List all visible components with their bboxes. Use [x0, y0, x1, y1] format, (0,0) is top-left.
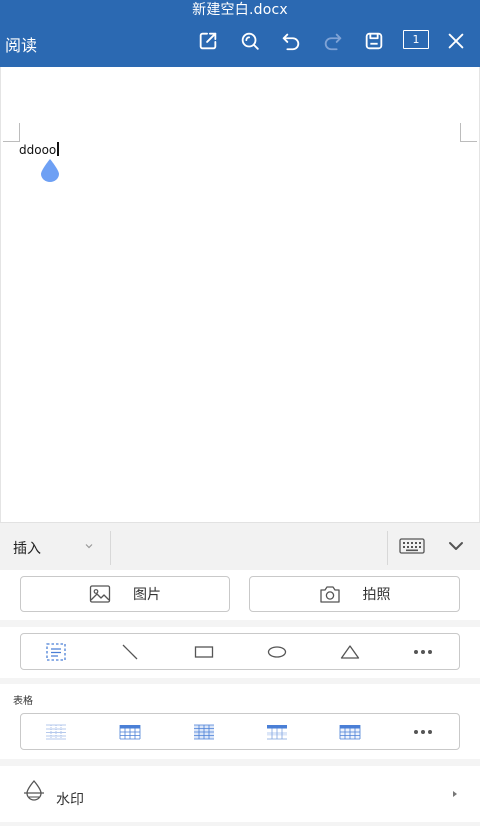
more-shapes-icon[interactable] [398, 634, 448, 669]
page-count-icon[interactable]: 1 [403, 30, 429, 49]
insert-panel: 插入 图片 拍照 表格 水印 [0, 522, 480, 826]
rectangle-icon[interactable] [179, 634, 229, 669]
watermark-label: 水印 [56, 792, 84, 808]
table-style-5-icon[interactable] [325, 714, 375, 749]
insert-picture-button[interactable]: 图片 [20, 576, 230, 612]
take-photo-label: 拍照 [362, 587, 391, 603]
collapse-chevron-icon[interactable] [447, 540, 465, 552]
insert-picture-label: 图片 [133, 587, 161, 603]
panel-header: 插入 [0, 522, 480, 570]
undo-icon[interactable] [278, 28, 304, 54]
keyboard-icon[interactable] [399, 538, 425, 556]
read-mode-button[interactable]: 阅读 [5, 32, 37, 56]
picture-icon [89, 585, 111, 603]
save-icon[interactable] [361, 28, 387, 54]
divider [110, 531, 111, 565]
table-style-1-icon[interactable] [31, 714, 81, 749]
document-text[interactable]: ddooo [19, 142, 59, 157]
share-icon[interactable] [195, 28, 221, 54]
top-toolbar: 新建空白.docx 阅读 1 [0, 0, 480, 67]
media-section: 图片 拍照 [0, 570, 480, 620]
document-title: 新建空白.docx [192, 2, 288, 18]
document-text-content: ddooo [19, 143, 57, 157]
table-section-label: 表格 [13, 696, 33, 707]
table-section: 表格 [0, 684, 480, 759]
shapes-toolbar [20, 633, 460, 670]
chevron-down-icon[interactable] [84, 541, 94, 551]
take-photo-button[interactable]: 拍照 [249, 576, 460, 612]
insert-tab-label[interactable]: 插入 [13, 538, 41, 558]
table-style-2-icon[interactable] [105, 714, 155, 749]
shapes-section [0, 627, 480, 678]
document-canvas[interactable]: ddooo [0, 67, 480, 522]
divider [387, 531, 388, 565]
textbox-icon[interactable] [31, 634, 81, 669]
text-caret [57, 142, 59, 156]
table-style-3-icon[interactable] [179, 714, 229, 749]
search-icon[interactable] [237, 28, 263, 54]
triangle-icon[interactable] [325, 634, 375, 669]
chevron-right-icon [453, 791, 457, 797]
close-icon[interactable] [443, 28, 469, 54]
redo-icon[interactable] [320, 28, 346, 54]
page-corner-mark-right [460, 123, 477, 142]
watermark-row[interactable]: 水印 [0, 766, 480, 822]
camera-icon [319, 586, 340, 603]
table-styles-toolbar [20, 713, 460, 750]
table-style-4-icon[interactable] [252, 714, 302, 749]
more-tables-icon[interactable] [398, 714, 448, 749]
line-icon[interactable] [105, 634, 155, 669]
page-corner-mark-left [3, 123, 20, 142]
ellipse-icon[interactable] [252, 634, 302, 669]
watermark-icon [24, 780, 44, 801]
cursor-handle-icon[interactable] [40, 158, 60, 182]
